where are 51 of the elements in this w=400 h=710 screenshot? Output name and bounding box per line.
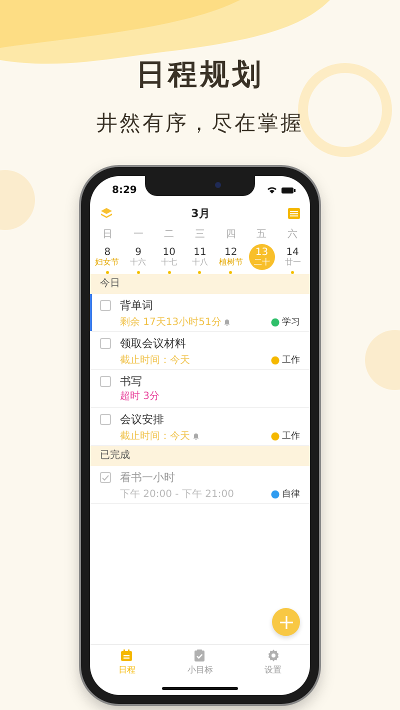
date-cell[interactable]: 11 十八 [186, 244, 213, 270]
date-cell[interactable]: 12 植树节 [218, 244, 244, 270]
task-meta: 截止时间：今天 [120, 430, 190, 442]
task-meta: 截止时间：今天 [120, 354, 190, 366]
wifi-icon [267, 186, 277, 194]
layers-icon[interactable] [100, 207, 113, 220]
task-row[interactable]: 书写 超时 3分 [90, 370, 310, 408]
date-cell[interactable]: 8 妇女节 [94, 244, 120, 270]
task-meta: 超时 3分 [120, 391, 160, 402]
task-row[interactable]: 看书一小时 下午 20:00 - 下午 21:00 自律 [90, 466, 310, 504]
task-row[interactable]: 领取会议材料 截止时间：今天 工作 [90, 332, 310, 370]
calendar-icon [120, 649, 134, 662]
checkbox[interactable] [100, 376, 111, 387]
tag-label: 学习 [282, 316, 300, 328]
weekday-label: 四 [224, 228, 237, 242]
date-cell[interactable]: 10 十七 [156, 244, 182, 270]
status-time: 8:29 [112, 184, 137, 196]
task-title: 背单词 [120, 299, 154, 312]
weekday-label: 三 [194, 228, 206, 242]
plus-icon [280, 616, 292, 628]
month-title: 3月 [191, 206, 210, 221]
tag-label: 工作 [282, 354, 300, 366]
weekday-label: 二 [163, 228, 176, 242]
section-header: 今日 [90, 274, 310, 294]
checkbox[interactable] [100, 472, 111, 483]
task-row[interactable]: 背单词 剩余 17天13小时51分 学习 [90, 294, 310, 332]
add-button[interactable] [272, 608, 300, 636]
task-meta: 剩余 17天13小时51分 [120, 316, 222, 328]
date-cell[interactable]: 9 十六 [125, 244, 152, 270]
subheadline: 井然有序，尽在掌握 [96, 110, 304, 137]
weekday-label: 一 [132, 228, 144, 242]
settings-icon [266, 649, 280, 662]
tag-label: 工作 [282, 430, 300, 442]
headline: 日程规划 [136, 56, 264, 93]
date-cell[interactable]: 14 廿一 [280, 244, 306, 270]
task-meta: 下午 20:00 - 下午 21:00 [120, 488, 234, 500]
section-header: 已完成 [90, 446, 310, 466]
task-title: 会议安排 [120, 413, 165, 426]
task-title: 书写 [120, 375, 143, 388]
task-title: 看书一小时 [120, 471, 176, 484]
tag-label: 自律 [282, 488, 300, 500]
weekday-label: 五 [256, 228, 268, 242]
weekday-label: 日 [101, 228, 114, 242]
task-title: 领取会议材料 [120, 337, 187, 350]
checkbox[interactable] [100, 300, 111, 311]
battery-icon [281, 186, 296, 194]
checkbox[interactable] [100, 338, 111, 349]
list-icon[interactable] [288, 208, 300, 219]
clipboard-check-icon [193, 649, 206, 662]
checkbox[interactable] [100, 414, 111, 425]
weekday-label: 六 [286, 228, 299, 242]
